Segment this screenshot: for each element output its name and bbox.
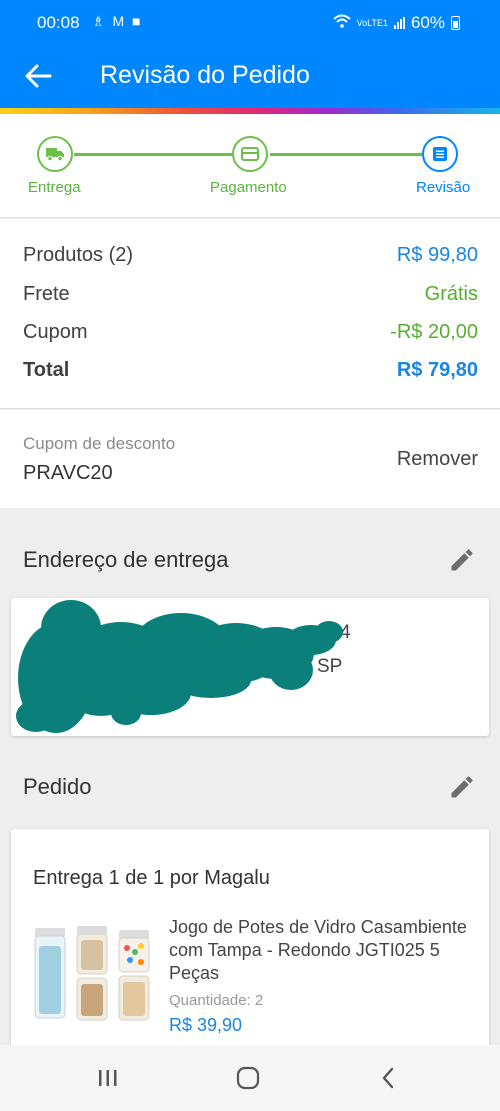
order-summary: Produtos (2) R$ 99,80 Frete Grátis Cupom… [0,219,500,409]
summary-row-shipping: Frete Grátis [23,283,478,313]
back-nav-button[interactable] [368,1063,408,1093]
pencil-icon [451,549,473,571]
card-icon [241,147,259,161]
step-label-review: Revisão [416,179,471,196]
address-card[interactable]: 4 SP [11,598,489,736]
delivery-label: Entrega 1 de 1 por Magalu [33,867,270,889]
system-navigation-bar [0,1045,500,1111]
recent-apps-button[interactable] [88,1063,128,1093]
checkout-stepper: Entrega Pagamento Revisão [0,114,500,218]
summary-row-coupon: Cupom -R$ 20,00 [23,321,478,351]
total-value: R$ 79,80 [396,359,478,381]
total-label: Total [23,359,70,381]
shipping-label: Frete [23,283,70,305]
product-name[interactable]: Jogo de Potes de Vidro Casambiente com T… [169,916,469,985]
home-icon [236,1066,260,1090]
coupon-label: Cupom [23,321,88,343]
pencil-icon [451,776,473,798]
edit-order-button[interactable] [448,773,476,801]
step-connector [74,153,232,156]
page-title: Revisão do Pedido [100,61,310,89]
signal-icon [393,17,405,29]
battery-percent: 60% [410,13,445,32]
app-bar: Revisão do Pedido [0,45,500,108]
remove-coupon-button[interactable]: Remover [397,448,478,471]
step-review[interactable] [422,136,458,172]
order-card: Entrega 1 de 1 por Magalu Jogo de Potes … [11,829,489,1049]
quantity-value: 2 [254,992,264,1009]
quantity-label: Quantidade: [169,992,251,1009]
glass-jars-image [34,926,150,1021]
status-time: 00:08 [37,13,80,32]
status-bar: 00:08 ♗ M ■ VoLTE1 60% [0,0,500,45]
app-icon: ■ [132,13,143,29]
edit-address-button[interactable] [448,546,476,574]
accessibility-icon: ♗ [92,13,107,29]
summary-row-products: Produtos (2) R$ 99,80 [23,244,478,274]
product-quantity: Quantidade: 2 [169,992,263,1009]
coupon-field-label: Cupom de desconto [23,434,176,453]
step-label-delivery: Entrega [28,179,81,196]
arrow-back-icon [25,64,52,88]
address-section-title: Endereço de entrega [23,547,229,572]
battery-icon [451,16,460,30]
back-button[interactable] [22,61,56,91]
step-label-payment: Pagamento [210,179,287,196]
step-connector [270,153,422,156]
gmail-icon: M [112,13,127,29]
product-image[interactable] [33,924,151,1024]
product-price: R$ 39,90 [169,1015,243,1035]
network-label: VoLTE1 [356,17,388,28]
coupon-panel: Cupom de desconto PRAVC20 Remover [0,410,500,508]
status-right: VoLTE1 60% [332,13,460,33]
list-icon [433,147,447,161]
truck-icon [46,148,64,162]
step-delivery[interactable] [37,136,73,172]
shipping-value: Grátis [424,283,478,305]
coupon-value: -R$ 20,00 [390,321,478,343]
products-label: Produtos (2) [23,244,134,266]
order-section-title: Pedido [23,774,92,799]
wifi-icon [332,13,351,33]
summary-row-total: Total R$ 79,80 [23,359,478,389]
home-button[interactable] [228,1063,268,1093]
step-payment[interactable] [232,136,268,172]
recents-icon [99,1070,117,1086]
notification-icons: ♗ M ■ [92,13,142,30]
coupon-code: PRAVC20 [23,462,113,484]
redaction-scribble [16,600,343,733]
products-value: R$ 99,80 [396,244,478,266]
chevron-left-icon [382,1067,394,1089]
